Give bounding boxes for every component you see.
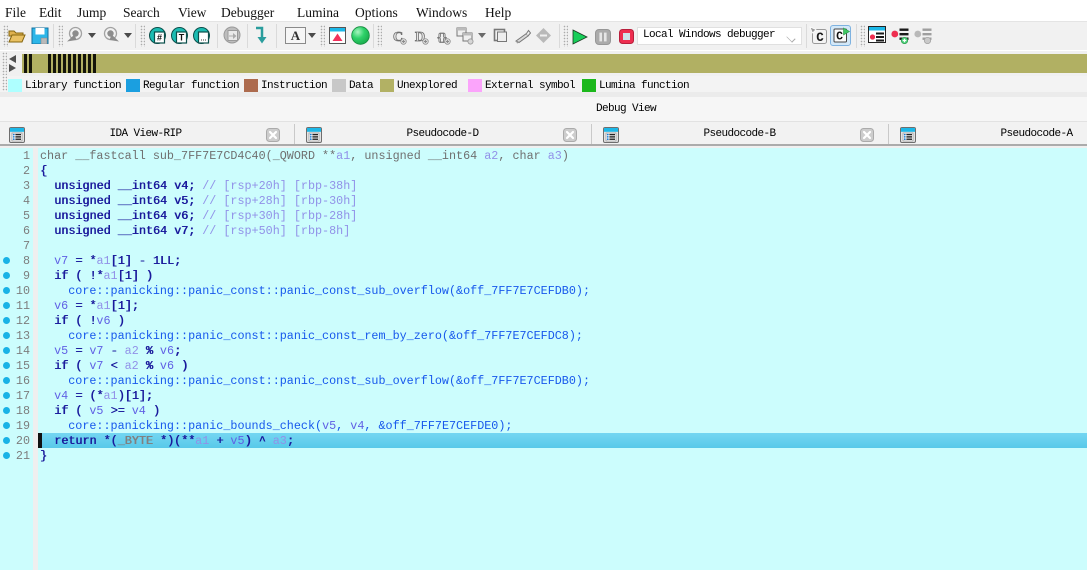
svg-text:#: # <box>157 33 162 43</box>
svg-text:…: … <box>201 37 207 43</box>
svg-text:C: C <box>816 31 824 45</box>
svg-text:T: T <box>179 33 185 43</box>
svg-text:A: A <box>291 28 301 43</box>
svg-text:C: C <box>836 31 843 44</box>
